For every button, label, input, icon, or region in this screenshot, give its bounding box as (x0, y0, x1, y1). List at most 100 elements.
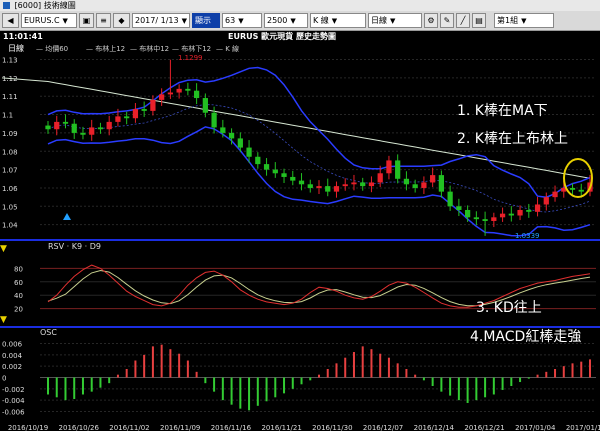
legend-item: — 布林中12 (130, 44, 169, 53)
y-tick-label: 0.004 (2, 352, 23, 360)
osc-panel-toggle-icon[interactable]: ▼ (0, 315, 7, 325)
candle-body (578, 189, 584, 192)
y-tick-label: -0.004 (2, 397, 25, 405)
clock-time: 11:01:41 (3, 32, 43, 41)
candle-body (333, 186, 340, 192)
candle-body (491, 217, 497, 221)
window-icon[interactable]: ▣ (79, 13, 94, 28)
toolbar: ◀ EURUS.C ▼ ▣ ≡ ◆ 2017/ 1/13 ▼ 顯示 63 ▼ 2500… (0, 11, 600, 31)
candle-body (430, 175, 436, 183)
candle-body (377, 173, 383, 183)
candle-body (316, 186, 322, 188)
candle-body (281, 173, 287, 177)
candle-body (71, 123, 77, 133)
candle-body (438, 175, 445, 192)
candle-body (115, 116, 121, 122)
candle-body (211, 112, 217, 128)
legend-item: — 布林下12 (172, 44, 211, 53)
candle-body (246, 147, 252, 157)
candle-body (360, 182, 366, 187)
candle-body (534, 204, 541, 212)
x-tick-label: 2017/01/04 (515, 424, 556, 431)
x-tick-label: 2016/11/16 (211, 424, 252, 431)
candle-body (290, 176, 296, 181)
y-tick-label: 1.08 (2, 148, 18, 156)
app-icon (3, 2, 10, 9)
candle-body (368, 182, 375, 187)
candle-body (325, 186, 331, 192)
candle-body (342, 184, 348, 187)
y-tick-label: 80 (14, 265, 23, 273)
chevron-down-icon: ▼ (290, 17, 296, 25)
x-tick-label: 2016/11/21 (261, 424, 301, 431)
back-icon[interactable]: ◀ (2, 13, 19, 28)
legend-item: — 均價60 (36, 44, 68, 53)
annotation-2: 2. K棒在上布林上 (457, 131, 568, 147)
print-icon[interactable]: ▤ (472, 13, 486, 28)
settings-icon[interactable]: ⚙ (424, 13, 438, 28)
display-count-select[interactable]: 63 ▼ (222, 13, 262, 28)
high-price-label: 1.1299 (178, 54, 203, 62)
candle-body (167, 92, 174, 95)
chevron-down-icon: ▼ (521, 17, 527, 25)
candle-body (185, 88, 191, 91)
candle-body (150, 99, 156, 111)
y-tick-label: 1.09 (2, 130, 18, 138)
list-icon[interactable]: ≡ (96, 13, 111, 28)
chevron-down-icon: ▼ (331, 17, 338, 25)
bar-count-select[interactable]: 2500 ▼ (264, 13, 308, 28)
x-tick-label: 2016/11/02 (109, 424, 149, 431)
x-tick-label: 2016/12/14 (414, 424, 455, 431)
timeframe-select[interactable]: 日線 ▼ (368, 13, 422, 28)
kd-panel-label: RSV · K9 · D9 (48, 242, 101, 251)
candle-body (62, 121, 69, 124)
period-select[interactable]: K 線 ▼ (310, 13, 366, 28)
kd-panel-toggle-icon[interactable]: ▼ (0, 244, 7, 254)
candle-body (176, 88, 182, 93)
candle-body (386, 160, 392, 174)
legend: — 均價60 — 布林上12 — 布林中12— 布林下12 — K 線 (36, 44, 239, 53)
candle-body (255, 156, 261, 165)
candle-body (202, 98, 208, 113)
candle-body (508, 213, 514, 216)
candle-body (307, 184, 313, 188)
candle-body (141, 109, 147, 111)
annotation-4: 4.MACD紅棒走強 (470, 329, 582, 345)
y-tick-label: 1.13 (2, 57, 18, 65)
symbol-select[interactable]: EURUS.C ▼ (21, 13, 77, 28)
candle-body (159, 94, 165, 100)
candle-body (263, 164, 270, 170)
candle-body (45, 125, 51, 130)
draw-icon[interactable]: ✎ (440, 13, 454, 28)
y-tick-label: 0.006 (2, 341, 23, 349)
main-panel-label: 日線 (8, 43, 24, 53)
candle-body (447, 191, 453, 207)
annotation-3: 3. KD往上 (476, 300, 542, 316)
chevron-down-icon: ▼ (181, 17, 187, 25)
y-tick-label: 40 (14, 292, 23, 300)
candle-body (499, 213, 506, 218)
y-tick-label: 60 (14, 279, 23, 287)
title-bar: [6000] 技術線圖 (0, 0, 600, 11)
x-tick-label: 2016/10/26 (59, 424, 100, 431)
candle-body (220, 127, 226, 133)
y-tick-label: -0.002 (2, 386, 25, 394)
y-tick-label: 1.07 (2, 167, 18, 175)
candle-body (395, 160, 401, 179)
candle-body (482, 219, 488, 221)
line-tool-icon[interactable]: ╱ (456, 13, 470, 28)
legend-item: — K 線 (216, 44, 239, 53)
candle-body (193, 90, 200, 99)
annotation-1: 1. K棒在MA下 (457, 103, 548, 119)
low-price-label: 1.0339 (515, 232, 540, 240)
display-label: 顯示 (192, 13, 220, 28)
lock-icon[interactable]: ◆ (113, 13, 130, 28)
layout-select[interactable]: 第1組 ▼ (494, 13, 554, 28)
x-tick-label: 2017/01/11 (566, 424, 600, 431)
x-tick-label: 2016/10/19 (8, 424, 48, 431)
candle-body (132, 109, 139, 119)
candle-body (464, 209, 471, 218)
candle-body (54, 121, 60, 130)
date-picker[interactable]: 2017/ 1/13 ▼ (132, 13, 190, 28)
candle-body (403, 178, 410, 185)
